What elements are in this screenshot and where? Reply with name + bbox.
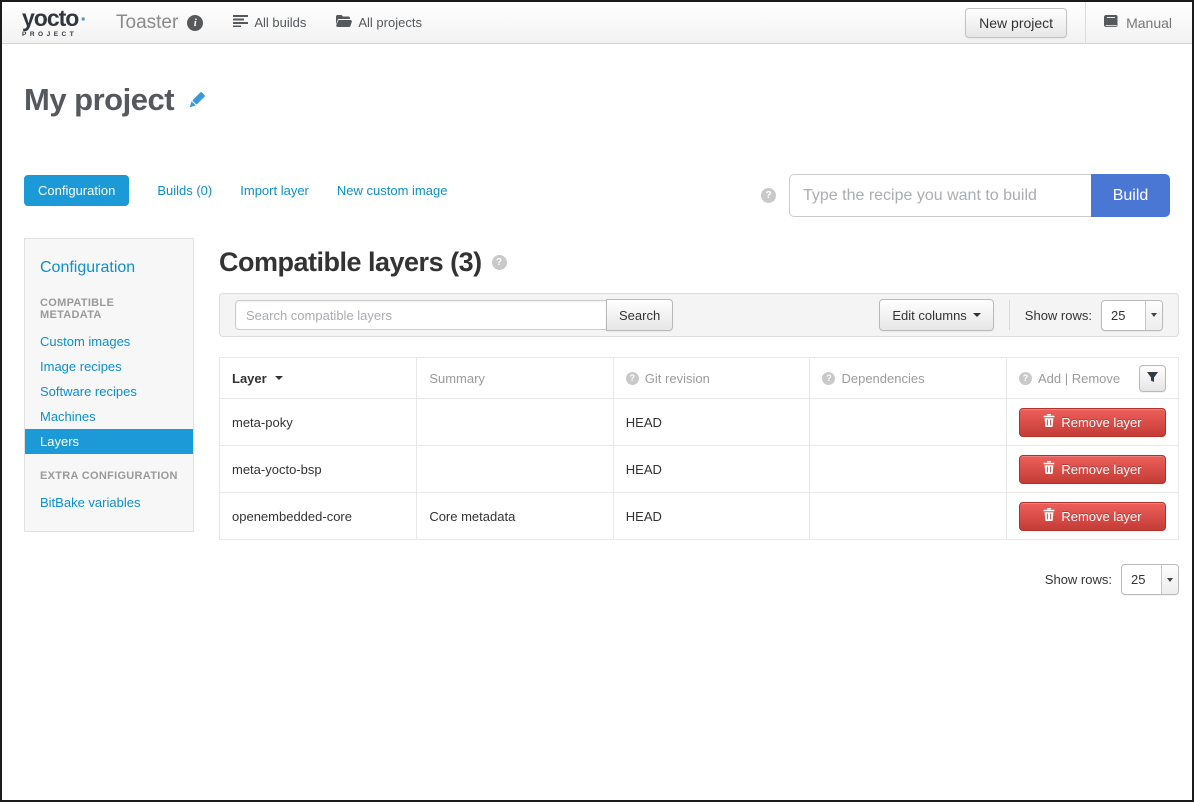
column-header-dependencies[interactable]: ?Dependencies — [810, 358, 1007, 399]
page-title: My project — [24, 82, 174, 118]
show-rows-value: 25 — [1122, 572, 1161, 587]
book-icon — [1104, 15, 1119, 31]
table-row: openembedded-core Core metadata HEAD Rem… — [220, 493, 1179, 540]
top-navbar: yocto· PROJECT Toaster i All builds All … — [2, 2, 1192, 44]
table-toolbar: Search Edit columns Show rows: 25 — [219, 293, 1179, 337]
nav-all-projects-label: All projects — [358, 15, 422, 30]
filter-button[interactable] — [1139, 365, 1166, 392]
search-input[interactable] — [235, 300, 607, 330]
chevron-down-icon — [1145, 301, 1162, 330]
show-rows-select-bottom[interactable]: 25 — [1121, 564, 1179, 595]
manual-label: Manual — [1126, 15, 1172, 31]
build-button[interactable]: Build — [1091, 174, 1170, 217]
build-recipe-input[interactable] — [789, 174, 1091, 217]
logo-subtitle: PROJECT — [22, 32, 86, 39]
main-content: Compatible layers (3) ? Search Edit colu… — [219, 247, 1179, 595]
new-project-button[interactable]: New project — [965, 8, 1067, 38]
sort-caret-icon — [275, 376, 283, 380]
trash-icon — [1043, 508, 1055, 524]
sidebar-item-custom-images[interactable]: Custom images — [25, 329, 193, 354]
layer-dependencies-cell — [810, 493, 1007, 540]
tab-builds[interactable]: Builds (0) — [157, 183, 212, 198]
add-remove-help-icon[interactable]: ? — [1019, 372, 1032, 385]
page-section-title: Compatible layers (3) — [219, 247, 482, 278]
table-header-row: Layer Summary ?Git revision ?Dependencie… — [220, 358, 1179, 399]
git-revision-help-icon[interactable]: ? — [626, 372, 639, 385]
builds-list-icon — [233, 15, 248, 30]
trash-icon — [1043, 461, 1055, 477]
edit-pencil-icon[interactable] — [186, 90, 207, 111]
sidebar-heading-compatible-metadata: COMPATIBLE METADATA — [25, 297, 193, 321]
remove-layer-button[interactable]: Remove layer — [1019, 408, 1166, 437]
tab-configuration[interactable]: Configuration — [24, 175, 129, 206]
edit-columns-button[interactable]: Edit columns — [879, 299, 993, 331]
compatible-layers-table: Layer Summary ?Git revision ?Dependencie… — [219, 357, 1179, 540]
remove-layer-button[interactable]: Remove layer — [1019, 455, 1166, 484]
navbar-divider — [1085, 2, 1086, 44]
column-header-add-remove: ? Add | Remove — [1006, 358, 1178, 399]
layer-dependencies-cell — [810, 399, 1007, 446]
tab-import-layer[interactable]: Import layer — [240, 183, 309, 198]
folder-open-icon — [336, 15, 352, 30]
search-button[interactable]: Search — [606, 299, 673, 331]
build-help-icon[interactable]: ? — [761, 188, 776, 203]
table-row: meta-yocto-bsp HEAD Remove layer — [220, 446, 1179, 493]
sidebar-item-configuration[interactable]: Configuration — [25, 259, 193, 277]
sidebar-item-image-recipes[interactable]: Image recipes — [25, 354, 193, 379]
show-rows-value: 25 — [1102, 308, 1145, 323]
chevron-down-icon — [973, 313, 981, 317]
configuration-sidebar: Configuration COMPATIBLE METADATA Custom… — [24, 238, 194, 532]
manual-link[interactable]: Manual — [1104, 15, 1172, 31]
column-header-layer[interactable]: Layer — [220, 358, 417, 399]
remove-layer-button[interactable]: Remove layer — [1019, 502, 1166, 531]
tab-new-custom-image[interactable]: New custom image — [337, 183, 448, 198]
nav-all-builds[interactable]: All builds — [233, 15, 306, 30]
trash-icon — [1043, 414, 1055, 430]
show-rows-select[interactable]: 25 — [1101, 300, 1163, 331]
filter-funnel-icon — [1147, 371, 1158, 386]
column-header-summary[interactable]: Summary — [417, 358, 613, 399]
layer-summary-cell — [417, 399, 613, 446]
layer-name-cell: meta-yocto-bsp — [220, 446, 417, 493]
column-header-git-revision[interactable]: ?Git revision — [613, 358, 810, 399]
table-row: meta-poky HEAD Remove layer — [220, 399, 1179, 446]
chevron-down-icon — [1161, 565, 1178, 594]
project-tabs: Configuration Builds (0) Import layer Ne… — [24, 175, 447, 206]
edit-columns-label: Edit columns — [892, 308, 966, 323]
logo-brand: yocto — [22, 5, 78, 31]
sidebar-item-machines[interactable]: Machines — [25, 404, 193, 429]
sidebar-item-bitbake-variables[interactable]: BitBake variables — [25, 490, 193, 515]
show-rows-label: Show rows: — [1025, 308, 1092, 323]
layer-dependencies-cell — [810, 446, 1007, 493]
layer-name-cell: openembedded-core — [220, 493, 417, 540]
show-rows-label: Show rows: — [1045, 572, 1112, 587]
app-name: Toaster — [116, 12, 178, 34]
dependencies-help-icon[interactable]: ? — [822, 372, 835, 385]
nav-all-projects[interactable]: All projects — [336, 15, 422, 30]
layers-help-icon[interactable]: ? — [492, 255, 507, 270]
toolbar-divider — [1009, 300, 1010, 330]
nav-all-builds-label: All builds — [254, 15, 306, 30]
layer-name-cell: meta-poky — [220, 399, 417, 446]
sidebar-item-layers[interactable]: Layers — [25, 429, 193, 454]
sidebar-heading-extra-configuration: EXTRA CONFIGURATION — [25, 470, 193, 482]
logo-dot: · — [80, 9, 86, 31]
layer-git-revision-cell: HEAD — [613, 446, 810, 493]
layer-git-revision-cell: HEAD — [613, 493, 810, 540]
layer-summary-cell — [417, 446, 613, 493]
build-form: ? Build — [761, 174, 1170, 217]
layer-git-revision-cell: HEAD — [613, 399, 810, 446]
sidebar-item-software-recipes[interactable]: Software recipes — [25, 379, 193, 404]
yocto-logo[interactable]: yocto· PROJECT — [22, 7, 86, 39]
layer-summary-cell: Core metadata — [417, 493, 613, 540]
info-icon[interactable]: i — [187, 15, 203, 31]
